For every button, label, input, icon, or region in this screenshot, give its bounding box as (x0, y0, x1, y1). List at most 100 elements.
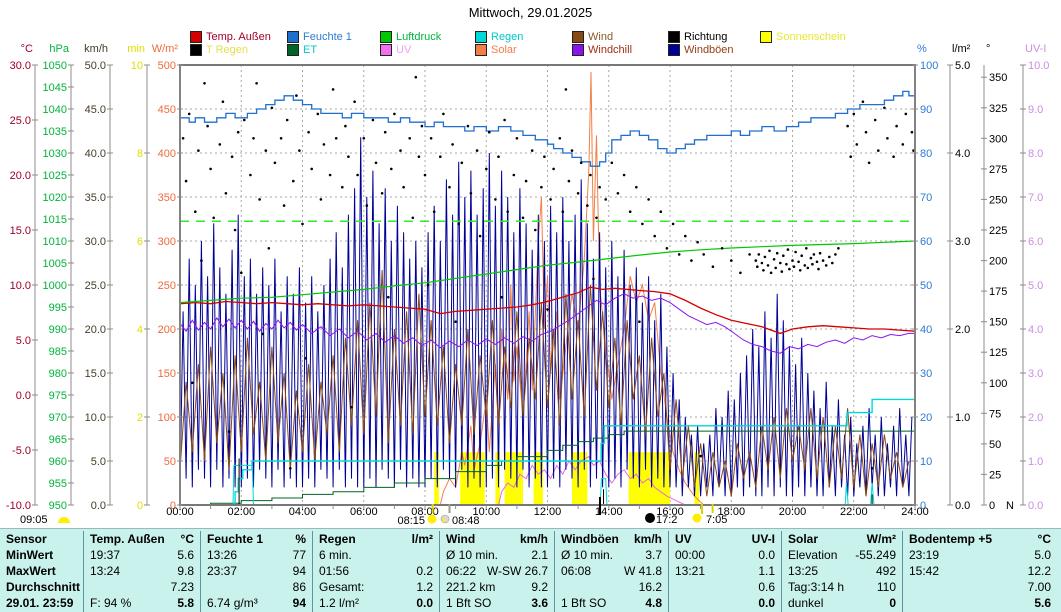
svg-text:40: 40 (920, 324, 932, 336)
table-header-row: Wind km/h (440, 531, 554, 547)
svg-text:300: 300 (989, 133, 1007, 145)
svg-text:4.0: 4.0 (955, 148, 970, 160)
table-header-row: UV UV-I (669, 531, 781, 547)
column-unit: km/h (520, 531, 548, 547)
table-row: 06:22W-SW 26.7 (440, 563, 554, 579)
svg-text:35.0: 35.0 (85, 192, 106, 204)
table-row: 15:4212.2 (903, 563, 1057, 579)
svg-text:995: 995 (49, 302, 67, 314)
row-label: Durchschnitt (6, 579, 80, 595)
cell-value: 94 (293, 563, 306, 579)
svg-text:15.0: 15.0 (10, 225, 31, 237)
svg-text:10.0: 10.0 (1028, 60, 1049, 72)
table-col-solar: SolarW/m²Elevation-55.24913:25492Tag:3:1… (781, 531, 902, 612)
table-row: 6.74 g/m³94 (201, 595, 312, 611)
svg-text:0: 0 (989, 500, 995, 512)
svg-text:0.0: 0.0 (16, 390, 31, 402)
sunshine-bar (505, 452, 523, 505)
column-unit: UV-I (752, 531, 775, 547)
cell-label: 00:00 (675, 547, 705, 563)
cell-value: 0.0 (758, 595, 775, 611)
column-unit: l/m² (412, 531, 433, 547)
cell-value: 3.7 (645, 547, 662, 563)
cell-value: 7.23 (171, 579, 194, 595)
svg-text:350: 350 (989, 72, 1007, 84)
half-sun-icon (58, 517, 70, 523)
svg-text:100: 100 (920, 60, 938, 72)
cell-value: 110 (877, 579, 896, 595)
svg-text:N: N (1006, 500, 1014, 512)
cell-label: 6.74 g/m³ (207, 595, 258, 611)
series-feuchte1 (180, 91, 915, 166)
cell-label: 06:08 (561, 563, 591, 579)
svg-text:50.0: 50.0 (85, 60, 106, 72)
svg-text:150: 150 (158, 368, 176, 380)
svg-text:0.0: 0.0 (91, 500, 106, 512)
table-row-label: MinWert (0, 547, 83, 563)
table-row: 7.00 (903, 579, 1057, 595)
table-row: dunkel 0 (782, 595, 902, 611)
x-axis-label: 22:00 (840, 506, 868, 518)
svg-text:0: 0 (137, 500, 143, 512)
cell-value: 0 (889, 595, 896, 611)
svg-text:25.0: 25.0 (10, 115, 31, 127)
svg-text:990: 990 (49, 324, 67, 336)
svg-text:°C: °C (21, 43, 33, 55)
svg-text:225: 225 (989, 225, 1007, 237)
svg-text:20: 20 (920, 412, 932, 424)
svg-text:2.0: 2.0 (955, 324, 970, 336)
table-header-row: Feuchte 1% (201, 531, 312, 547)
cell-label: dunkel (788, 595, 823, 611)
row-label: 29.01. 23:59 (6, 595, 73, 611)
table-row: 221.2 km9.2 (440, 579, 554, 595)
x-axis-label: 20:00 (779, 506, 807, 518)
table-col-bodentemp-5: Bodentemp +5°C23:195.015:4212.27.005.6 (902, 531, 1057, 612)
svg-text:500: 500 (158, 60, 176, 72)
column-name: Wind (446, 531, 475, 547)
svg-text:km/h: km/h (84, 43, 108, 55)
x-axis-label: 24:00 (901, 506, 929, 518)
table-row: 6 min. (313, 547, 439, 563)
svg-text:100: 100 (158, 412, 176, 424)
svg-text:2.0: 2.0 (1028, 412, 1043, 424)
table-row: 1 Bft SO4.8 (555, 595, 668, 611)
svg-text:30.0: 30.0 (10, 60, 31, 72)
cell-value: 0.0 (758, 547, 775, 563)
svg-text:175: 175 (989, 286, 1007, 298)
svg-text:UV-I: UV-I (1025, 43, 1046, 55)
sun-icon (693, 514, 702, 523)
table-row: Tag:3:14 h110 (782, 579, 902, 595)
column-name: UV (675, 531, 692, 547)
cell-label: 1.2 l/m² (319, 595, 359, 611)
cell-label: 6 min. (319, 547, 352, 563)
svg-text:955: 955 (49, 478, 67, 490)
svg-text:hPa: hPa (49, 43, 69, 55)
svg-text:50: 50 (989, 439, 1001, 451)
svg-text:10.0: 10.0 (10, 280, 31, 292)
row-label: MaxWert (6, 563, 56, 579)
table-row: Gesamt:1.2 (313, 579, 439, 595)
svg-text:5.0: 5.0 (16, 335, 31, 347)
svg-text:8: 8 (137, 148, 143, 160)
series-windchill (180, 294, 915, 353)
svg-text:980: 980 (49, 368, 67, 380)
cell-label: 15:42 (909, 563, 939, 579)
column-name: Feuchte 1 (207, 531, 263, 547)
svg-text:1.0: 1.0 (1028, 456, 1043, 468)
svg-text:0.0: 0.0 (1028, 500, 1043, 512)
svg-text:10: 10 (920, 456, 932, 468)
table-col-sensor: SensorMinWertMaxWertDurchschnitt29.01. 2… (0, 531, 83, 612)
svg-text:20.0: 20.0 (10, 170, 31, 182)
svg-text:3.0: 3.0 (1028, 368, 1043, 380)
svg-text:90: 90 (920, 104, 932, 116)
svg-text:150: 150 (989, 317, 1007, 329)
cell-value: 1.2 (416, 579, 433, 595)
svg-text:1045: 1045 (43, 82, 67, 94)
svg-text:50: 50 (920, 280, 932, 292)
svg-text:25: 25 (989, 469, 1001, 481)
cell-value: 2.1 (531, 547, 548, 563)
column-name: Windböen (561, 531, 619, 547)
ephemeris-time: 08:15 (397, 515, 425, 527)
weather-chart-svg: -10.0-5.00.05.010.015.020.025.030.0°C950… (0, 0, 1061, 612)
cell-value: 5.6 (177, 547, 194, 563)
